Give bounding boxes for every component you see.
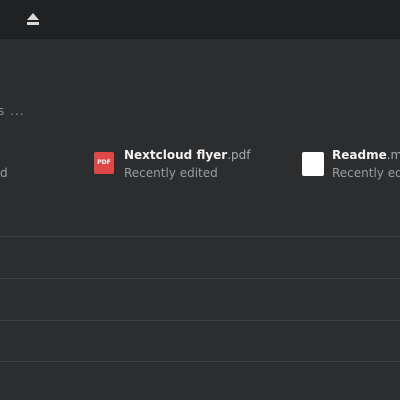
search-hint: s ... (0, 104, 25, 118)
file-status: Recently edited (124, 166, 218, 180)
list-divider (0, 278, 400, 279)
recent-file-nextcloud-flyer[interactable]: PDF Nextcloud flyer.pdf Recently edited (94, 148, 294, 188)
file-basename: Readme (332, 148, 387, 162)
list-divider (0, 236, 400, 237)
eject-icon[interactable] (26, 12, 40, 26)
header-area (0, 39, 400, 99)
recent-file-partial-status: d (0, 166, 8, 180)
list-divider (0, 320, 400, 321)
file-name: Readme.md (332, 148, 400, 162)
file-basename: Nextcloud flyer (124, 148, 228, 162)
list-divider (0, 361, 400, 362)
pdf-file-icon: PDF (94, 152, 114, 174)
file-extension: .md (386, 148, 400, 162)
recent-file-readme[interactable]: Readme.md Recently edite (302, 148, 400, 188)
file-extension: .pdf (227, 148, 251, 162)
file-name: Nextcloud flyer.pdf (124, 148, 251, 162)
text-file-icon (302, 152, 324, 176)
file-status: Recently edite (332, 166, 400, 180)
top-bar (0, 0, 400, 39)
